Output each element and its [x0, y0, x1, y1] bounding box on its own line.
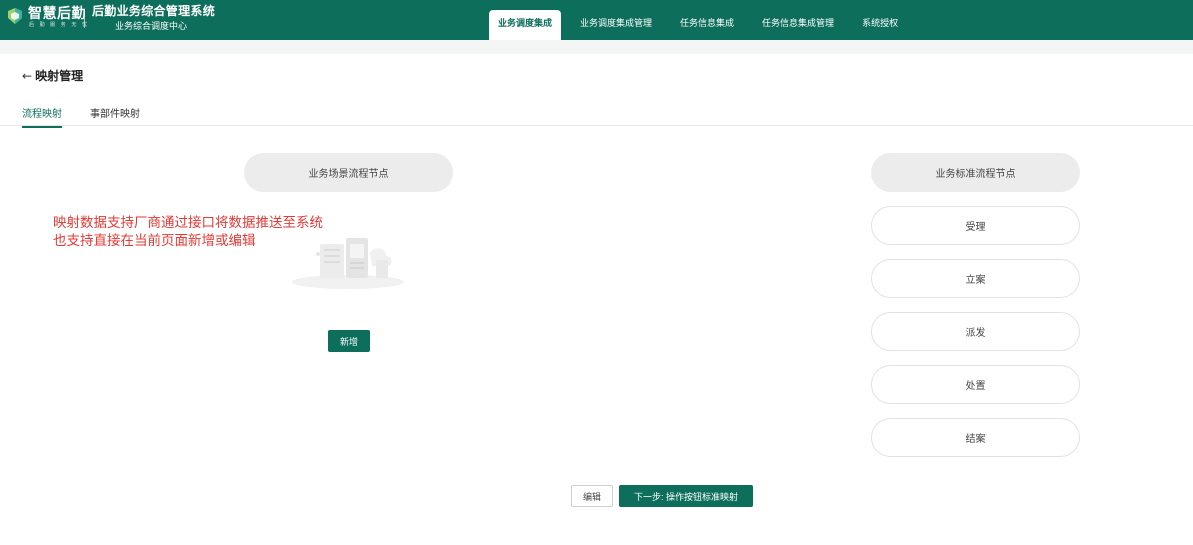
edit-button[interactable]: 编辑	[571, 485, 613, 507]
standard-node-list: 受理 立案 派发 处置 结案	[871, 206, 1080, 471]
top-nav: 业务调度集成 业务调度集成管理 任务信息集成 任务信息集成管理 系统授权	[489, 10, 917, 40]
system-title-block: 后勤业务综合管理系统 业务综合调度中心	[92, 4, 215, 33]
next-step-button[interactable]: 下一步: 操作按钮标准映射	[619, 485, 753, 507]
system-subtitle: 业务综合调度中心	[115, 22, 188, 32]
node-close-case[interactable]: 结案	[871, 418, 1080, 457]
logo-subtext: 后 勤 服 务 无 忧	[29, 22, 89, 28]
nav-tab-task-info-management[interactable]: 任务信息集成管理	[753, 10, 843, 40]
logo-text: 智慧后勤	[28, 6, 86, 22]
scene-process-nodes-header: 业务场景流程节点	[244, 153, 453, 192]
arrow-left-icon[interactable]: ←	[22, 69, 32, 83]
page-header: ← 映射管理	[22, 67, 83, 84]
annotation-line-2: 也支持直接在当前页面新增或编辑	[53, 233, 256, 249]
standard-process-nodes-header: 业务标准流程节点	[871, 153, 1080, 192]
header-divider	[84, 10, 85, 28]
nav-tab-business-dispatch-management[interactable]: 业务调度集成管理	[571, 10, 661, 40]
main-content: ← 映射管理 流程映射 事部件映射 业务场景流程节点 业务标准流程节点 映射数据…	[0, 54, 1193, 545]
node-dispatch[interactable]: 派发	[871, 312, 1080, 351]
app-logo[interactable]: 智慧后勤 后 勤 服 务 无 忧	[6, 6, 89, 28]
annotation-note: 映射数据支持厂商通过接口将数据推送至系统 也支持直接在当前页面新增或编辑	[53, 214, 323, 250]
system-title: 后勤业务综合管理系统	[92, 4, 216, 18]
nav-tab-system-authorization[interactable]: 系统授权	[853, 10, 907, 40]
node-register[interactable]: 立案	[871, 259, 1080, 298]
empty-data-illustration-icon	[292, 238, 404, 289]
node-handle[interactable]: 处置	[871, 365, 1080, 404]
add-button[interactable]: 新增	[328, 330, 370, 352]
nav-tab-business-dispatch-integration[interactable]: 业务调度集成	[489, 10, 562, 40]
page-title: 映射管理	[35, 69, 84, 83]
node-accept[interactable]: 受理	[871, 206, 1080, 245]
annotation-line-1: 映射数据支持厂商通过接口将数据推送至系统	[53, 215, 323, 231]
tab-divider	[0, 125, 1193, 126]
top-header: 智慧后勤 后 勤 服 务 无 忧 后勤业务综合管理系统 业务综合调度中心 业务调…	[0, 0, 1193, 40]
logo-icon	[8, 8, 22, 24]
nav-tab-task-info-integration[interactable]: 任务信息集成	[671, 10, 743, 40]
